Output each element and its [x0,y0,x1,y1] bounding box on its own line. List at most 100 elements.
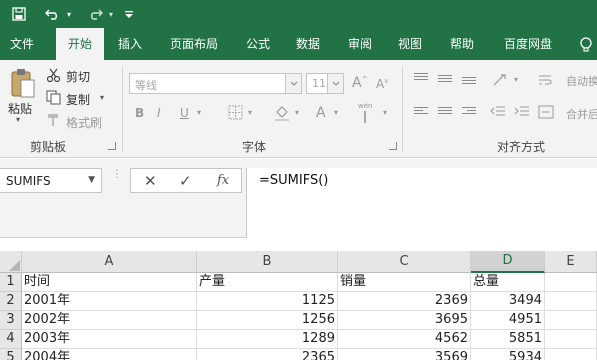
cell-c1[interactable]: 销量 [338,273,471,292]
tab-help[interactable]: 帮助 [440,28,484,60]
align-right-icon[interactable] [462,107,476,118]
middle-align-icon[interactable] [438,75,452,86]
tab-formulas[interactable]: 公式 [236,28,280,60]
orientation-dropdown-icon[interactable]: ▾ [514,75,518,84]
fill-color-dropdown-icon[interactable]: ▾ [295,108,299,117]
cell-e5[interactable] [545,349,597,360]
copy-dropdown-icon[interactable]: ▾ [100,93,104,102]
lightbulb-icon[interactable] [576,28,596,60]
cell-a5[interactable]: 2004年 [22,349,197,360]
name-box[interactable]: SUMIFS ▼ [0,168,102,193]
cell-d4[interactable]: 5851 [471,330,545,349]
tab-view[interactable]: 视图 [388,28,432,60]
paste-dropdown-icon[interactable]: ▾ [16,115,20,124]
font-color-button[interactable]: A [316,105,326,121]
merge-center-button[interactable]: 合并后 [566,106,597,122]
wrap-text-button[interactable]: 自动换 [566,73,597,89]
save-icon[interactable] [8,0,30,28]
cell-b4[interactable]: 1289 [197,330,338,349]
phonetic-guide-icon[interactable] [361,111,369,126]
tab-data[interactable]: 数据 [286,28,330,60]
chevron-down-icon[interactable] [285,74,301,93]
font-dialog-launcher[interactable] [389,142,397,150]
wrap-text-icon[interactable] [538,73,554,90]
align-center-icon[interactable] [438,107,452,118]
cell-a4[interactable]: 2003年 [22,330,197,349]
fill-color-icon[interactable] [274,104,290,125]
cell-d1[interactable]: 总量 [471,273,545,292]
decrease-font-size-icon[interactable]: Av [376,77,388,91]
tab-insert[interactable]: 插入 [108,28,152,60]
clipboard-dialog-launcher[interactable] [108,142,116,150]
tab-file[interactable]: 文件 [0,28,44,60]
borders-icon[interactable] [228,105,243,123]
undo-icon[interactable] [42,0,64,28]
chevron-down-icon[interactable]: ▼ [88,175,95,185]
redo-icon[interactable] [84,0,106,28]
cell-b2[interactable]: 1125 [197,292,338,311]
cell-d5[interactable]: 5934 [471,349,545,360]
cell-b5[interactable]: 2365 [197,349,338,360]
cell-b1[interactable]: 产量 [197,273,338,292]
tab-page-layout[interactable]: 页面布局 [164,28,224,60]
row-header[interactable]: 4 [0,330,22,349]
format-painter-button[interactable]: 格式刷 [66,114,102,131]
bottom-align-icon[interactable] [462,77,476,88]
phonetic-dropdown-icon[interactable]: ▾ [383,108,387,117]
italic-button[interactable]: I [157,106,161,120]
bold-button[interactable]: B [135,106,144,120]
insert-function-icon[interactable]: fx [217,173,229,188]
customize-icon[interactable] [122,0,136,28]
cell-e4[interactable] [545,330,597,349]
formula-input[interactable]: =SUMIFS() [246,168,597,238]
column-header-d[interactable]: D [471,251,545,273]
tab-baidu-netdisk[interactable]: 百度网盘 [496,28,560,60]
cell-a3[interactable]: 2002年 [22,311,197,330]
borders-dropdown-icon[interactable]: ▾ [248,108,252,117]
cell-d2[interactable]: 3494 [471,292,545,311]
top-align-icon[interactable] [414,73,428,84]
cell-e1[interactable] [545,273,597,292]
cancel-icon[interactable]: ✕ [144,172,157,190]
tab-home[interactable]: 开始 [56,28,104,61]
underline-dropdown-icon[interactable]: ▾ [197,108,201,117]
copy-button[interactable]: 复制 [66,91,90,108]
increase-indent-icon[interactable] [514,106,530,121]
cell-e3[interactable] [545,311,597,330]
cut-icon[interactable] [46,68,62,85]
row-header[interactable]: 1 [0,273,22,292]
tab-review[interactable]: 审阅 [338,28,382,60]
merge-center-icon[interactable] [538,105,554,122]
cell-b3[interactable]: 1256 [197,311,338,330]
cell-a1[interactable]: 时间 [22,273,197,292]
cell-d3[interactable]: 4951 [471,311,545,330]
row-header[interactable]: 2 [0,292,22,311]
font-name-combo[interactable]: 等线 [129,73,302,94]
row-header[interactable]: 5 [0,349,22,360]
orientation-icon[interactable] [492,73,510,90]
cell-c2[interactable]: 2369 [338,292,471,311]
cell-c4[interactable]: 4562 [338,330,471,349]
paste-icon[interactable] [10,68,35,98]
underline-button[interactable]: U [180,106,189,120]
undo-dropdown-icon[interactable]: ▾ [64,0,74,28]
cell-c5[interactable]: 3569 [338,349,471,360]
font-color-dropdown-icon[interactable]: ▾ [334,108,338,117]
cell-a2[interactable]: 2001年 [22,292,197,311]
column-header-c[interactable]: C [338,251,471,273]
redo-dropdown-icon[interactable]: ▾ [106,0,116,28]
increase-font-size-icon[interactable]: A^ [352,75,367,91]
select-all-corner[interactable] [0,251,22,273]
column-header-e[interactable]: E [545,251,597,273]
copy-icon[interactable] [46,90,62,108]
row-header[interactable]: 3 [0,311,22,330]
cell-e2[interactable] [545,292,597,311]
formula-bar-grip[interactable]: ⋮ [112,170,122,190]
decrease-indent-icon[interactable] [490,106,506,121]
chevron-down-icon[interactable] [327,74,343,93]
enter-icon[interactable]: ✓ [179,172,192,190]
format-painter-icon[interactable] [46,113,62,130]
column-header-b[interactable]: B [197,251,338,273]
cut-button[interactable]: 剪切 [66,68,90,85]
align-left-icon[interactable] [414,107,428,118]
